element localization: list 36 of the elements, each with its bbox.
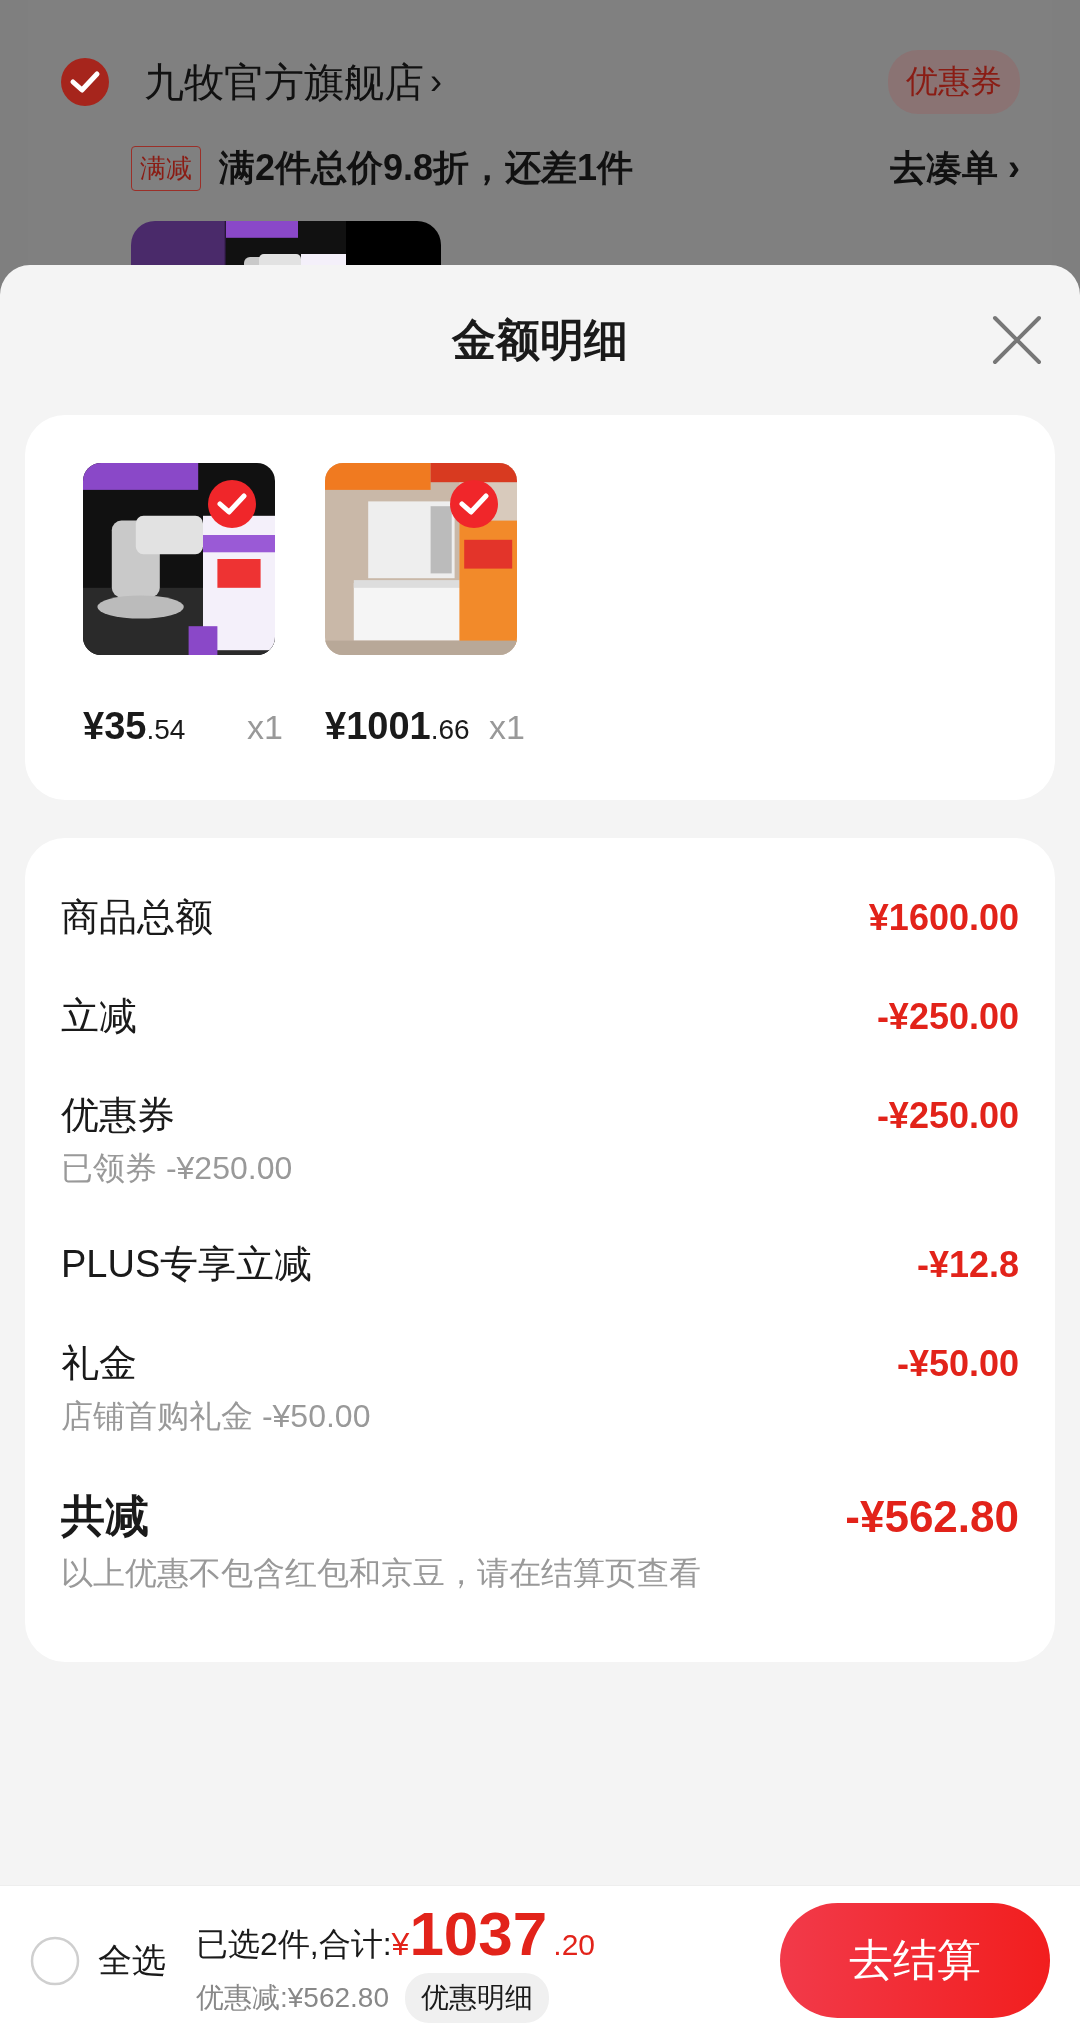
item-price: ¥1001.66: [325, 705, 470, 748]
checkout-button[interactable]: 去结算: [780, 1903, 1050, 2018]
item-price: ¥35.54: [83, 705, 186, 748]
fee-amount: ¥1600.00: [868, 896, 1019, 939]
fee-amount: -¥12.8: [916, 1243, 1019, 1286]
chevron-icon[interactable]: ›: [430, 61, 442, 103]
check-icon[interactable]: [207, 479, 257, 529]
fee-amount: -¥250.00: [876, 995, 1019, 1038]
total-price: ¥1037.20: [391, 1898, 596, 1969]
fee-label: PLUS专享立减: [61, 1242, 313, 1287]
discount-text: 优惠减:¥562.80: [196, 1981, 389, 2015]
item-quantity: x1: [489, 708, 525, 747]
discount-detail-button[interactable]: 优惠明细: [405, 1973, 549, 2023]
fee-note: 店铺首购礼金 -¥50.00: [61, 1397, 372, 1436]
item-quantity: x1: [247, 708, 283, 747]
check-icon[interactable]: [449, 479, 499, 529]
total-amount: -¥562.80: [845, 1491, 1019, 1542]
add-items-link[interactable]: 去凑单 ›: [890, 144, 1020, 193]
sheet-title: 金额明细: [452, 313, 628, 366]
fee-label: 礼金: [61, 1341, 137, 1386]
close-icon[interactable]: [992, 315, 1042, 365]
fee-amount: -¥50.00: [896, 1342, 1019, 1385]
fee-label: 立减: [61, 994, 137, 1039]
fee-amount: -¥250.00: [876, 1094, 1019, 1137]
fee-note: 已领券 -¥250.00: [61, 1149, 294, 1188]
fee-label: 优惠券: [61, 1093, 175, 1138]
promo-text: 满2件总价9.8折，还差1件: [219, 146, 634, 190]
selection-summary: 已选2件,合计:: [196, 1925, 392, 1964]
select-all-checkbox[interactable]: [30, 1935, 80, 1986]
promo-tag: 满减: [131, 146, 201, 191]
total-label: 共减: [61, 1490, 149, 1542]
checkbox[interactable]: [60, 57, 110, 107]
select-all-label[interactable]: 全选: [98, 1937, 166, 1984]
fee-note: 以上优惠不包含红包和京豆，请在结算页查看: [61, 1554, 702, 1593]
store-name[interactable]: 九牧官方旗舰店: [144, 54, 424, 110]
fee-label: 商品总额: [61, 895, 213, 940]
